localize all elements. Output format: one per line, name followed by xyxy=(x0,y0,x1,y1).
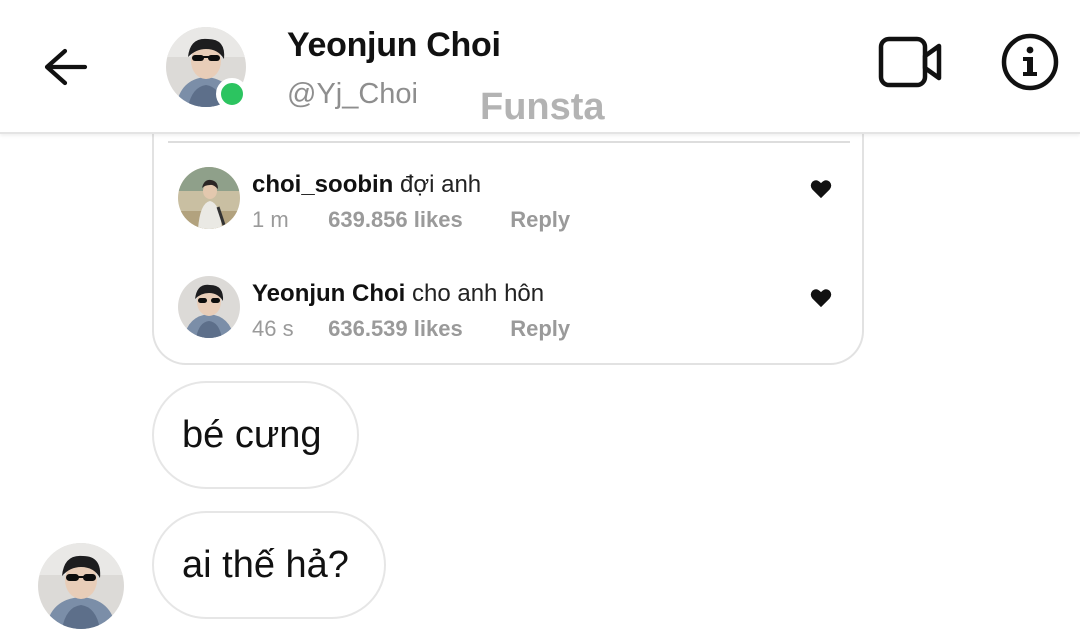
comment-avatar[interactable] xyxy=(178,167,240,229)
online-status-dot xyxy=(216,78,248,110)
comment-username[interactable]: choi_soobin xyxy=(252,171,393,198)
comment-meta: 46 s 636.539 likes Reply xyxy=(252,316,570,342)
reply-button[interactable]: Reply xyxy=(510,316,570,342)
comment-meta: 1 m 639.856 likes Reply xyxy=(252,207,570,233)
avatar-photo xyxy=(178,167,240,229)
comment-username[interactable]: Yeonjun Choi xyxy=(252,280,405,307)
reply-button[interactable]: Reply xyxy=(510,207,570,233)
contact-handle: @Yj_Choi xyxy=(287,78,418,110)
arrow-left-icon xyxy=(44,48,88,86)
message-bubble[interactable]: ai thế hả? xyxy=(152,511,386,619)
avatar-photo xyxy=(178,276,240,338)
shared-post-card[interactable]: choi_soobin đợi anh 1 m 639.856 likes Re… xyxy=(152,110,864,365)
comment-time: 46 s xyxy=(252,316,294,341)
comment-item: choi_soobin đợi anh 1 m 639.856 likes Re… xyxy=(178,167,848,237)
comment-text: cho anh hôn xyxy=(412,280,545,307)
video-camera-icon xyxy=(878,36,942,88)
message-text: bé cưng xyxy=(182,413,322,456)
info-icon xyxy=(1001,33,1059,91)
comment-likes[interactable]: 639.856 likes xyxy=(328,207,504,233)
comment-text: đợi anh xyxy=(400,171,482,198)
comment-likes[interactable]: 636.539 likes xyxy=(328,316,504,342)
watermark-text: Funsta xyxy=(480,86,605,128)
message-text: ai thế hả? xyxy=(182,543,349,586)
heart-icon[interactable] xyxy=(810,179,832,199)
info-button[interactable] xyxy=(1000,32,1060,92)
comment-content: Yeonjun Choi cho anh hôn xyxy=(252,280,544,308)
comment-time: 1 m xyxy=(252,207,289,232)
chat-header: Yeonjun Choi @Yj_Choi Funsta xyxy=(0,0,1080,134)
comment-avatar[interactable] xyxy=(178,276,240,338)
contact-name[interactable]: Yeonjun Choi xyxy=(287,26,501,65)
message-bubble[interactable]: bé cưng xyxy=(152,381,359,489)
back-button[interactable] xyxy=(40,44,90,90)
heart-icon[interactable] xyxy=(810,288,832,308)
sender-avatar[interactable] xyxy=(38,543,124,629)
comment-content: choi_soobin đợi anh xyxy=(252,171,481,199)
comment-item: Yeonjun Choi cho anh hôn 46 s 636.539 li… xyxy=(178,276,848,346)
card-divider xyxy=(168,141,850,143)
avatar-photo xyxy=(38,543,124,629)
video-call-button[interactable] xyxy=(876,34,946,90)
